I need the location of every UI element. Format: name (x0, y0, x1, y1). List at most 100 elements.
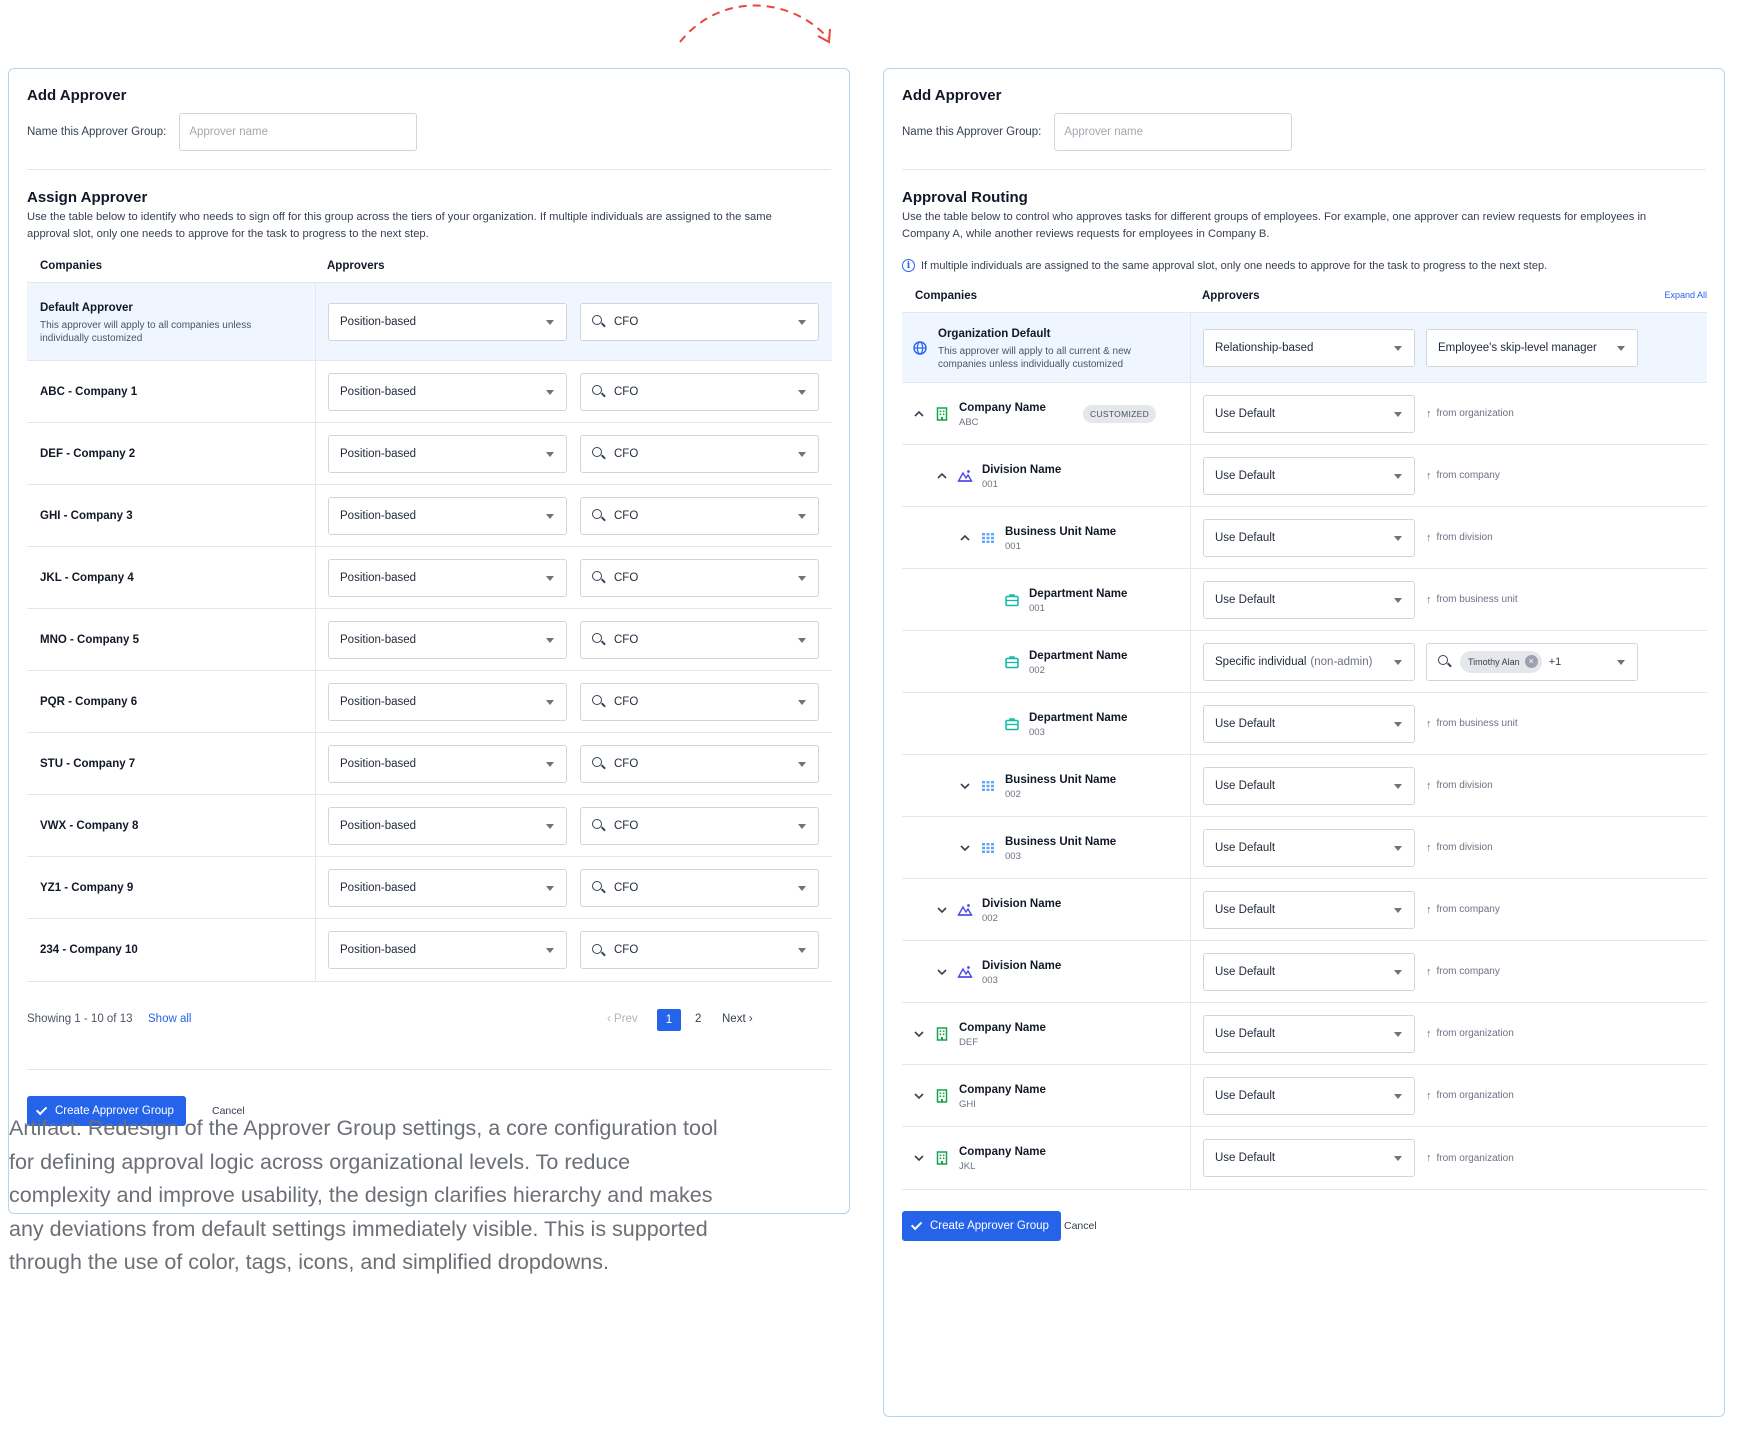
default-approver-title: Default Approver (40, 302, 133, 314)
node-code: 001 (1029, 603, 1045, 614)
approver-type-select[interactable]: Relationship-based (1203, 328, 1415, 367)
approver-type-select[interactable]: Use Default (1203, 456, 1415, 495)
page-1-button[interactable]: 1 (657, 1009, 681, 1031)
approver-type-select[interactable]: Use Default (1203, 766, 1415, 805)
approver-type-select[interactable]: Use Default (1203, 394, 1415, 433)
approver-type-select[interactable]: Use Default (1203, 890, 1415, 929)
approver-value-select[interactable]: CFO (580, 682, 819, 721)
approver-value-select[interactable]: CFO (580, 496, 819, 535)
approver-type-select[interactable]: Position-based (328, 682, 567, 721)
table-row: STU - Company 7 Position-based CFO (27, 733, 832, 795)
caret-down-icon (798, 389, 806, 395)
approver-type-select[interactable]: Position-based (328, 806, 567, 845)
chevron-down-icon[interactable] (912, 1089, 926, 1103)
node-name: Department Name (1029, 650, 1128, 662)
company-icon (934, 1026, 950, 1042)
caret-down-icon (546, 885, 554, 891)
approver-value-select[interactable]: CFO (580, 372, 819, 411)
chevron-up-icon[interactable] (935, 469, 949, 483)
approver-value-select[interactable]: CFO (580, 434, 819, 473)
approver-name-input[interactable] (179, 113, 418, 151)
panel-title: Add Approver (27, 87, 127, 104)
approver-type-select[interactable]: Position-based (328, 744, 567, 783)
approver-value-select[interactable]: CFO (580, 744, 819, 783)
hierarchy-row-company: Company Name JKL Use Default ↑ from organ… (902, 1127, 1707, 1189)
section-title: Approval Routing (902, 189, 1028, 206)
inherited-from-label: ↑ from organization (1426, 1027, 1514, 1040)
show-all-link[interactable]: Show all (148, 1013, 191, 1025)
chevron-up-icon[interactable] (958, 531, 972, 545)
caret-down-icon (798, 637, 806, 643)
next-page-button[interactable]: Next › (722, 1013, 753, 1025)
approver-value-select[interactable]: CFO (580, 302, 819, 341)
caret-down-icon (1394, 721, 1402, 727)
approver-type-select[interactable]: Use Default (1203, 952, 1415, 991)
node-code: 002 (1005, 789, 1021, 800)
inherited-from-label: ↑ from organization (1426, 407, 1514, 420)
prev-page-button[interactable]: ‹ Prev (607, 1013, 638, 1025)
approver-table: Companies Approvers Default Approver Thi… (27, 247, 832, 982)
table-header: Companies Approvers (27, 247, 832, 283)
caret-down-icon (798, 761, 806, 767)
chevron-down-icon[interactable] (935, 903, 949, 917)
approver-value-select[interactable]: CFO (580, 806, 819, 845)
company-name: VWX - Company 8 (40, 820, 139, 832)
remove-chip-icon[interactable]: × (1524, 655, 1538, 668)
approver-type-select[interactable]: Position-based (328, 558, 567, 597)
approver-type-select[interactable]: Position-based (328, 302, 567, 341)
caret-down-icon (1394, 907, 1402, 913)
chevron-down-icon[interactable] (958, 841, 972, 855)
approver-type-select[interactable]: Specific individual (non-admin) (1203, 642, 1415, 681)
create-approver-group-button[interactable]: Create Approver Group (902, 1211, 1061, 1241)
approver-type-select[interactable]: Use Default (1203, 704, 1415, 743)
approver-type-select[interactable]: Position-based (328, 931, 567, 969)
approver-type-select[interactable]: Position-based (328, 372, 567, 411)
node-name: Division Name (982, 464, 1062, 476)
node-code: 002 (982, 913, 998, 924)
chevron-down-icon[interactable] (935, 965, 949, 979)
approver-type-select[interactable]: Use Default (1203, 1076, 1415, 1115)
approver-type-select[interactable]: Position-based (328, 496, 567, 535)
page-2-button[interactable]: 2 (695, 1013, 701, 1025)
column-header-companies: Companies (40, 260, 102, 272)
company-name: GHI - Company 3 (40, 510, 133, 522)
arrow-up-icon: ↑ (1426, 1152, 1432, 1164)
approver-value-select[interactable]: CFO (580, 931, 819, 969)
caret-down-icon (1394, 1093, 1402, 1099)
original-approver-panel: Add Approver Name this Approver Group: A… (8, 68, 850, 1214)
approver-type-select[interactable]: Position-based (328, 620, 567, 659)
info-note: i If multiple individuals are assigned t… (902, 259, 1547, 272)
expand-all-link[interactable]: Expand All (1664, 290, 1707, 300)
arrow-up-icon: ↑ (1426, 779, 1432, 792)
caret-down-icon (1394, 345, 1402, 351)
chevron-up-icon[interactable] (912, 407, 926, 421)
inherited-from-label: ↑ from business unit (1426, 593, 1518, 606)
approver-type-select[interactable]: Position-based (328, 434, 567, 473)
caret-down-icon (546, 823, 554, 829)
company-icon (934, 1088, 950, 1104)
chevron-down-icon[interactable] (958, 779, 972, 793)
approver-value-select[interactable]: CFO (580, 620, 819, 659)
approver-type-select[interactable]: Use Default (1203, 1139, 1415, 1177)
approver-person-select[interactable]: Timothy Alan × +1 (1426, 642, 1638, 681)
approver-type-select[interactable]: Use Default (1203, 518, 1415, 557)
approver-type-select[interactable]: Position-based (328, 868, 567, 907)
company-name: MNO - Company 5 (40, 634, 140, 646)
search-icon (592, 315, 605, 328)
inherited-from-label: ↑ from organization (1426, 1152, 1514, 1164)
company-name: STU - Company 7 (40, 758, 136, 770)
cancel-button[interactable]: Cancel (1064, 1220, 1097, 1232)
approver-value-select[interactable]: Employee's skip-level manager (1426, 328, 1638, 367)
hierarchy-row-division: Division Name 002 Use Default ↑ from comp… (902, 879, 1707, 941)
inherited-from-label: ↑ from organization (1426, 1089, 1514, 1102)
approver-type-select[interactable]: Use Default (1203, 828, 1415, 867)
chevron-down-icon[interactable] (912, 1027, 926, 1041)
chevron-down-icon[interactable] (912, 1151, 926, 1165)
approver-type-select[interactable]: Use Default (1203, 1014, 1415, 1053)
approver-value-select[interactable]: CFO (580, 868, 819, 907)
division-icon (957, 902, 973, 918)
approver-type-select[interactable]: Use Default (1203, 580, 1415, 619)
approver-name-input[interactable] (1054, 113, 1293, 151)
company-name: JKL - Company 4 (40, 572, 134, 584)
approver-value-select[interactable]: CFO (580, 558, 819, 597)
